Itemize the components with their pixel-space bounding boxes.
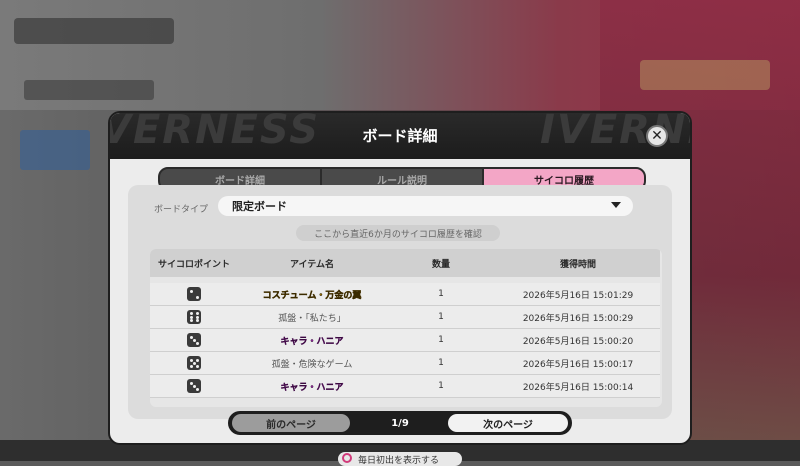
dice-pip <box>195 295 199 299</box>
header-item-name: アイテム名 <box>289 259 335 270</box>
dice-pip <box>195 364 199 368</box>
table-header: サイコロポイント アイテム名 数量 獲得時間 <box>150 249 660 277</box>
item-name: 孤盤・「私たち」 <box>278 313 346 324</box>
show-daily-toggle[interactable]: 毎日初出を表示する <box>338 452 462 466</box>
table-row: キャラ・ハニア 1 2026年5月16日 15:00:14 <box>150 375 660 398</box>
prev-page-button[interactable]: 前のページ <box>232 414 350 432</box>
quantity: 1 <box>438 312 444 322</box>
dice-pip <box>195 358 199 362</box>
history-hint: ここから直近6か月のサイコロ履歴を確認 <box>296 225 500 241</box>
quantity: 1 <box>438 381 444 391</box>
dice-pip <box>189 335 193 339</box>
dice-icon <box>187 310 201 324</box>
quantity: 1 <box>438 289 444 299</box>
obtained-time: 2026年5月16日 15:00:29 <box>522 313 634 324</box>
dialog-header: VERNESS IVERNES ボード詳細 ✕ <box>110 113 690 159</box>
item-name: キャラ・ハニア <box>280 382 344 393</box>
radio-icon <box>342 453 352 463</box>
dice-icon <box>187 379 201 393</box>
header-obtained-time: 獲得時間 <box>559 259 596 270</box>
dice-pip <box>189 319 193 322</box>
page-indicator: 1/9 <box>391 417 409 429</box>
board-type-label: ボードタイプ <box>154 205 209 215</box>
quantity: 1 <box>438 358 444 368</box>
next-page-button[interactable]: 次のページ <box>448 414 568 432</box>
history-table: サイコロポイント アイテム名 数量 獲得時間 コスチューム・万金の翼 1 202… <box>150 249 662 407</box>
quantity: 1 <box>438 335 444 345</box>
dice-pip <box>192 384 196 388</box>
board-type-select[interactable]: 限定ボード <box>218 196 633 216</box>
board-type-value: 限定ボード <box>232 200 287 213</box>
close-icon: ✕ <box>651 128 663 144</box>
table-row: 孤盤・「私たち」 1 2026年5月16日 15:00:29 <box>150 306 660 329</box>
pagination: 前のページ 1/9 次のページ <box>228 411 572 435</box>
dice-pip <box>195 312 199 315</box>
board-detail-dialog: VERNESS IVERNES ボード詳細 ✕ ボード詳細 ルール説明 サイコロ… <box>108 111 692 445</box>
table-row: 孤盤・危険なゲーム 1 2026年5月16日 15:00:17 <box>150 352 660 375</box>
item-name: コスチューム・万金の翼 <box>262 290 362 301</box>
header-dice-points: サイコロポイント <box>157 259 230 270</box>
show-daily-label: 毎日初出を表示する <box>358 455 440 466</box>
dice-pip <box>192 361 196 365</box>
close-button[interactable]: ✕ <box>646 125 668 147</box>
dice-pip <box>189 364 193 368</box>
obtained-time: 2026年5月16日 15:00:14 <box>522 382 634 393</box>
table-row: キャラ・ハニア 1 2026年5月16日 15:00:20 <box>150 329 660 352</box>
obtained-time: 2026年5月16日 15:00:17 <box>522 359 634 370</box>
item-name: キャラ・ハニア <box>280 336 344 347</box>
dice-pip <box>195 341 199 345</box>
dice-pip <box>195 387 199 391</box>
obtained-time: 2026年5月16日 15:00:20 <box>522 336 634 347</box>
obtained-time: 2026年5月16日 15:01:29 <box>522 290 634 301</box>
dice-icon <box>187 356 201 370</box>
dropdown-caret-icon <box>611 202 621 208</box>
dice-pip <box>189 289 193 293</box>
dice-pip <box>189 381 193 385</box>
dice-pip <box>189 358 193 362</box>
table-row: コスチューム・万金の翼 1 2026年5月16日 15:01:29 <box>150 283 660 306</box>
dice-icon <box>187 333 201 347</box>
dialog-title: ボード詳細 <box>362 127 438 145</box>
dice-history-panel: ボードタイプ 限定ボード ここから直近6か月のサイコロ履歴を確認 サイコロポイン… <box>128 185 672 419</box>
header-quantity: 数量 <box>431 259 450 270</box>
dice-pip <box>192 338 196 342</box>
item-name: 孤盤・危険なゲーム <box>271 359 353 370</box>
dice-pip <box>195 319 199 322</box>
dice-icon <box>187 287 201 301</box>
dice-pip <box>189 312 193 315</box>
